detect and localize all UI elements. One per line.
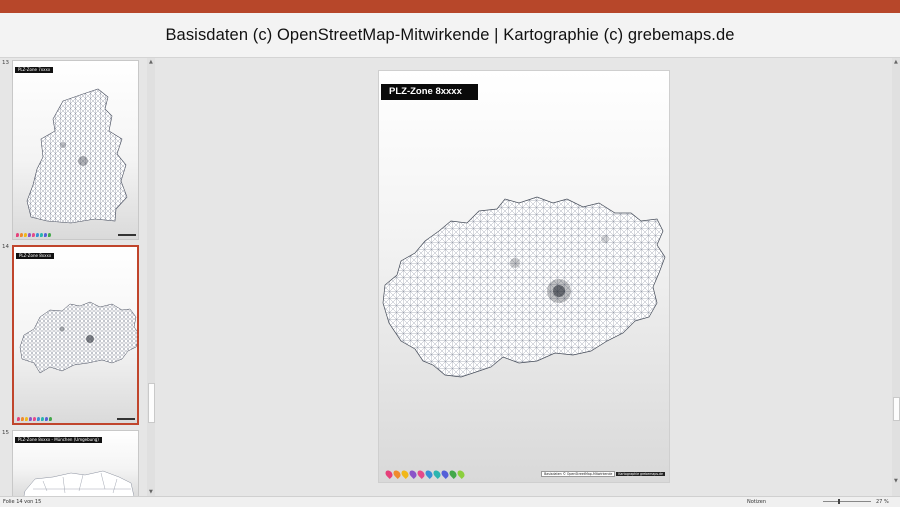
pin-icon xyxy=(28,233,31,237)
thumbnail-number: 14 xyxy=(2,244,9,250)
zoom-track xyxy=(823,501,871,502)
pin-legend xyxy=(384,469,466,479)
pin-icon xyxy=(20,233,23,237)
postcode-map xyxy=(382,196,666,378)
slide-canvas[interactable]: PLZ-Zone 8xxxx Basisdaten © OpenStreetMa… xyxy=(378,70,670,483)
thumbnail-scrollbar[interactable]: ▲ ▼ xyxy=(147,58,155,496)
pin-icon xyxy=(24,233,27,237)
caption-text: Basisdaten (c) OpenStreetMap-Mitwirkende… xyxy=(165,25,735,44)
pin-icon xyxy=(17,417,20,421)
scroll-down-icon[interactable]: ▼ xyxy=(149,489,153,495)
pin-icon xyxy=(44,233,47,237)
pin-icon xyxy=(33,417,36,421)
map-thumbnail-7 xyxy=(26,88,128,224)
slide-scrollbar[interactable]: ▲ ▼ xyxy=(892,58,900,496)
slide-thumbnail-15[interactable]: PLZ-Zone 8xxxx - München (Umgebung) xyxy=(12,430,139,496)
thumbnail-credit xyxy=(117,418,135,420)
slide-thumbnail-14[interactable]: PLZ-Zone 8xxxx xyxy=(12,245,139,425)
scroll-up-icon[interactable]: ▲ xyxy=(149,59,153,65)
zoom-slider[interactable] xyxy=(823,498,871,504)
pin-icon xyxy=(40,233,43,237)
credit-grebemaps: Kartographie grebemaps.de xyxy=(616,472,665,476)
pin-icon xyxy=(36,233,39,237)
scroll-down-icon[interactable]: ▼ xyxy=(894,478,898,484)
title-bar xyxy=(0,0,900,13)
scrollbar-thumb[interactable] xyxy=(893,397,900,421)
pin-icon xyxy=(32,233,35,237)
scroll-up-icon[interactable]: ▲ xyxy=(894,59,898,65)
thumbnail-credit xyxy=(118,234,136,236)
pin-icon xyxy=(49,417,52,421)
zoom-thumb[interactable] xyxy=(838,499,840,504)
pin-row xyxy=(16,233,51,237)
pin-icon xyxy=(29,417,32,421)
slide-counter: Folie 14 von 15 xyxy=(3,499,42,505)
zoom-level[interactable]: 27 % xyxy=(876,499,889,505)
map-thumbnail-munich xyxy=(23,470,135,496)
pin-icon xyxy=(41,417,44,421)
thumbnail-number: 13 xyxy=(2,60,9,66)
pin-icon xyxy=(25,417,28,421)
pin-icon xyxy=(16,233,19,237)
pin-icon xyxy=(45,417,48,421)
map-thumbnail-8 xyxy=(19,301,137,374)
thumbnail-pane: 13 PLZ-Zone 7xxxx 14 PLZ-Zone 8xxxx 15 P… xyxy=(0,58,147,496)
pin-icon xyxy=(21,417,24,421)
status-bar: Folie 14 von 15 Notizen 27 % xyxy=(0,496,900,507)
pin-icon xyxy=(48,233,51,237)
slide-caption: Basisdaten (c) OpenStreetMap-Mitwirkende… xyxy=(0,13,900,57)
pin-icon xyxy=(37,417,40,421)
slide-credit: Basisdaten © OpenStreetMap-Mitwirkende K… xyxy=(541,471,665,477)
credit-osm: Basisdaten © OpenStreetMap-Mitwirkende xyxy=(541,471,616,477)
scrollbar-thumb[interactable] xyxy=(148,383,155,423)
notes-button[interactable]: Notizen xyxy=(747,499,766,505)
thumbnail-number: 15 xyxy=(2,430,9,436)
slide-thumbnail-13[interactable]: PLZ-Zone 7xxxx xyxy=(12,60,139,240)
pin-row xyxy=(17,417,52,421)
